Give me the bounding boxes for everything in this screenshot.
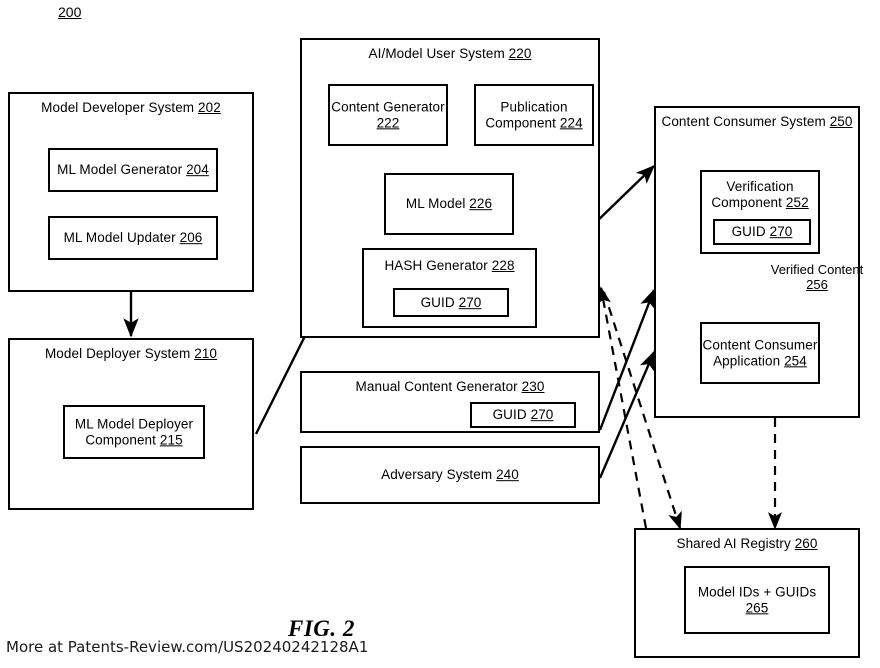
block-label-verification-component-guid: GUID 270 bbox=[731, 224, 793, 240]
block-label-content-consumer-application: Content Consumer Application 254 bbox=[702, 337, 818, 368]
block-adversary-system: Adversary System 240 bbox=[300, 446, 600, 504]
block-model-ids-guids: Model IDs + GUIDs 265 bbox=[684, 566, 830, 634]
block-title-content-consumer-system: Content Consumer System 250 bbox=[661, 114, 853, 129]
block-ml-model-updater: ML Model Updater 206 bbox=[48, 216, 218, 260]
block-label-ml-model-generator: ML Model Generator 204 bbox=[57, 162, 209, 178]
block-label-ml-model: ML Model 226 bbox=[405, 196, 493, 212]
arrow-adversary-to-consumer bbox=[598, 350, 656, 479]
block-ai-model-user-system: AI/Model User System 220 Content Generat… bbox=[300, 38, 600, 338]
block-verification-component-guid: GUID 270 bbox=[713, 219, 811, 245]
block-ml-model-generator: ML Model Generator 204 bbox=[48, 148, 218, 192]
block-model-deployer-system: Model Deployer System 210 ML Model Deplo… bbox=[8, 338, 254, 510]
block-title-manual-content-generator: Manual Content Generator 230 bbox=[355, 379, 545, 394]
block-manual-content-generator: Manual Content Generator 230 GUID 270 bbox=[300, 371, 600, 433]
block-manual-content-generator-guid: GUID 270 bbox=[470, 402, 576, 428]
block-publication-component: Publication Component 224 bbox=[474, 84, 594, 146]
block-label-model-ids-guids: Model IDs + GUIDs 265 bbox=[697, 584, 817, 615]
figure-number-label: 200 bbox=[58, 4, 82, 20]
block-label-content-generator: Content Generator 222 bbox=[331, 99, 445, 130]
watermark-text: More at Patents-Review.com/US20240242128… bbox=[6, 638, 369, 656]
block-model-developer-system: Model Developer System 202 ML Model Gene… bbox=[8, 92, 254, 292]
arrow-user-system-to-consumer bbox=[591, 164, 656, 227]
block-title-model-developer-system: Model Developer System 202 bbox=[41, 100, 221, 115]
block-label-hash-generator: HASH Generator 228 bbox=[384, 258, 515, 273]
block-label-publication-component: Publication Component 224 bbox=[485, 99, 583, 130]
block-label-manual-content-generator-guid: GUID 270 bbox=[492, 407, 554, 423]
block-hash-generator-guid: GUID 270 bbox=[393, 288, 509, 317]
block-ml-model-deployer-component: ML Model Deployer Component 215 bbox=[63, 405, 205, 459]
patent-figure-page: 200 Model Developer System 202 ML Model … bbox=[0, 0, 880, 668]
block-ml-model: ML Model 226 bbox=[384, 173, 514, 235]
block-shared-ai-registry: Shared AI Registry 260 Model IDs + GUIDs… bbox=[634, 528, 860, 658]
block-label-verification-component: Verification Component 252 bbox=[711, 179, 809, 210]
edge-label-verified-content: Verified Content 256 bbox=[770, 262, 864, 292]
block-hash-generator: HASH Generator 228 GUID 270 bbox=[362, 248, 537, 328]
block-title-ai-model-user-system: AI/Model User System 220 bbox=[368, 46, 532, 61]
block-content-consumer-application: Content Consumer Application 254 bbox=[700, 322, 820, 384]
block-title-model-deployer-system: Model Deployer System 210 bbox=[44, 346, 218, 361]
block-label-ml-model-deployer-component: ML Model Deployer Component 215 bbox=[74, 416, 194, 447]
block-label-ml-model-updater: ML Model Updater 206 bbox=[63, 230, 203, 246]
block-content-generator: Content Generator 222 bbox=[328, 84, 448, 146]
block-label-hash-generator-guid: GUID 270 bbox=[420, 294, 482, 310]
block-title-adversary-system: Adversary System 240 bbox=[381, 467, 519, 483]
block-verification-component: Verification Component 252 GUID 270 bbox=[700, 170, 820, 254]
block-title-shared-ai-registry: Shared AI Registry 260 bbox=[676, 536, 818, 551]
